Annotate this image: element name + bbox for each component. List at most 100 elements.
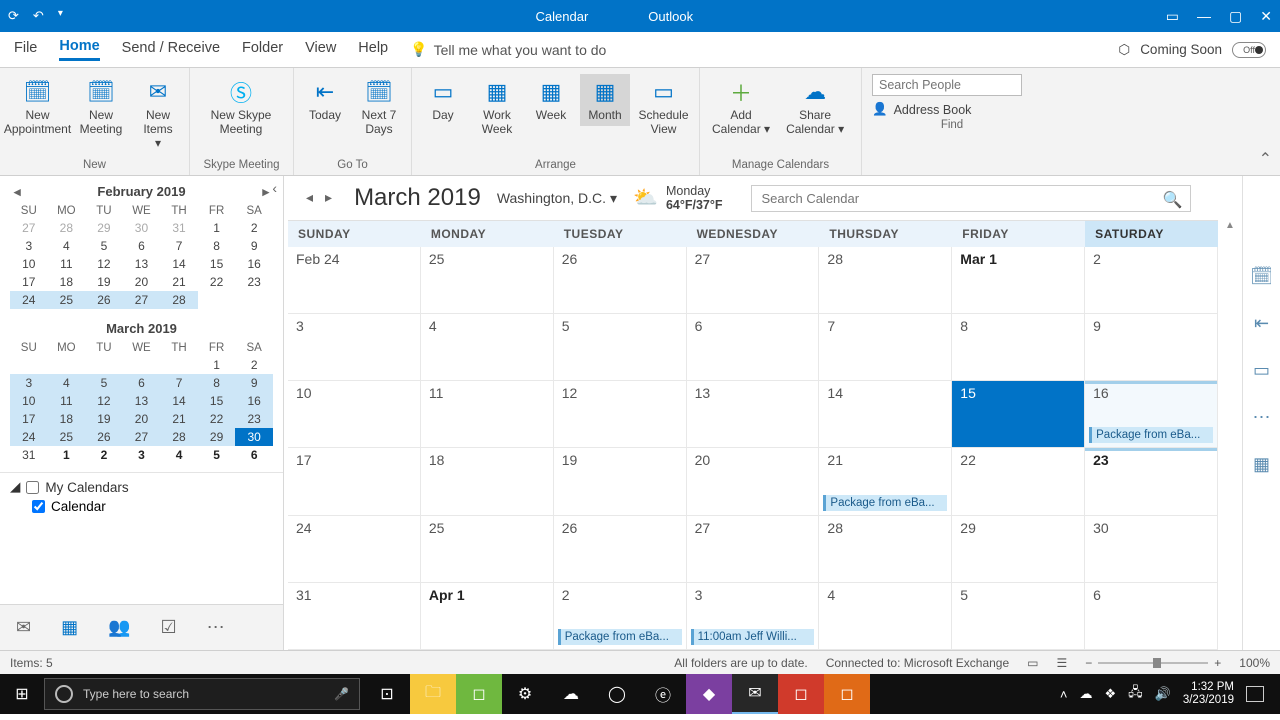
view-schedule-button[interactable]: ▭Schedule View [634, 74, 693, 140]
add-calendar-button[interactable]: ＋Add Calendar ▾ [706, 74, 776, 140]
rail-schedule-icon[interactable]: ⋯ [1253, 407, 1271, 428]
new-items-button[interactable]: ✉New Items ▾ [133, 74, 183, 154]
mini-cal-day[interactable]: 9 [235, 374, 273, 392]
calendar-cell[interactable]: 19 [554, 448, 687, 515]
mini-cal-day[interactable]: 27 [123, 291, 161, 309]
calendar-event[interactable]: Package from eBa... [558, 629, 682, 645]
calendar-nav-icon[interactable]: ▦ [61, 617, 78, 638]
rail-month-icon[interactable]: ▦ [1253, 454, 1270, 475]
chrome-icon[interactable]: ◯ [594, 674, 640, 714]
calendar-checkbox[interactable] [32, 500, 45, 513]
view-normal-icon[interactable]: ▭ [1027, 656, 1038, 670]
calendar-event[interactable]: Package from eBa... [823, 495, 947, 511]
edge-icon[interactable]: ⓔ [640, 674, 686, 714]
next-period-icon[interactable]: ▸ [319, 189, 338, 205]
mini-cal-day[interactable]: 16 [235, 392, 273, 410]
mini-cal-day[interactable]: 30 [123, 219, 161, 237]
search-people-input[interactable] [872, 74, 1022, 96]
mini-cal-day[interactable]: 16 [235, 255, 273, 273]
more-icon[interactable]: ⋯ [207, 617, 225, 638]
app-icon-3[interactable]: ◻ [824, 674, 870, 714]
calendar-cell[interactable]: 28 [819, 516, 952, 583]
mini-cal-day[interactable]: 18 [48, 410, 86, 428]
next7-button[interactable]: 🗓Next 7 Days [354, 74, 404, 140]
taskbar-search[interactable]: Type here to search 🎤 [44, 678, 360, 710]
collapse-ribbon-icon[interactable]: ⌃ [1259, 149, 1272, 169]
next-month-icon[interactable]: ▸ [262, 184, 269, 200]
calendar-cell[interactable]: 12 [554, 381, 687, 448]
calendar-cell[interactable]: 21Package from eBa... [819, 448, 952, 515]
mini-cal-day[interactable]: 29 [85, 219, 123, 237]
mini-cal-day[interactable]: 22 [198, 273, 236, 291]
mini-cal-day[interactable] [160, 356, 198, 374]
zoom-out-icon[interactable]: − [1085, 656, 1092, 670]
view-workweek-button[interactable]: ▦Work Week [472, 74, 522, 140]
mini-cal-day[interactable]: 1 [198, 356, 236, 374]
mini-cal-day[interactable]: 31 [10, 446, 48, 464]
calendar-cell[interactable]: 17 [288, 448, 421, 515]
mini-cal-day[interactable]: 5 [85, 237, 123, 255]
mini-cal-day[interactable]: 6 [123, 237, 161, 255]
tab-folder[interactable]: Folder [242, 40, 283, 60]
mini-cal-day[interactable]: 13 [123, 255, 161, 273]
calendar-cell[interactable]: 28 [819, 247, 952, 314]
calendar-cell[interactable]: 24 [288, 516, 421, 583]
mini-cal-day[interactable]: 15 [198, 255, 236, 273]
mini-cal-day[interactable]: 4 [48, 237, 86, 255]
mini-cal-day[interactable]: 11 [48, 392, 86, 410]
rail-today-icon[interactable]: ⇤ [1254, 313, 1269, 334]
mini-cal-day[interactable]: 10 [10, 392, 48, 410]
calendar-cell[interactable]: 25 [421, 247, 554, 314]
vs-icon[interactable]: ◆ [686, 674, 732, 714]
calendar-event[interactable]: Package from eBa... [1089, 427, 1213, 443]
mini-cal-day[interactable]: 11 [48, 255, 86, 273]
mini-cal-day[interactable]: 25 [48, 291, 86, 309]
mini-cal-day[interactable] [48, 356, 86, 374]
file-explorer-icon[interactable]: 🗀 [410, 674, 456, 714]
refresh-icon[interactable]: ⟳ [8, 8, 19, 24]
mini-cal-day[interactable]: 23 [235, 273, 273, 291]
calendar-cell[interactable]: 27 [687, 516, 820, 583]
calendar-cell[interactable]: 27 [687, 247, 820, 314]
taskbar-clock[interactable]: 1:32 PM 3/23/2019 [1183, 681, 1234, 707]
calendar-cell[interactable]: 3 [288, 314, 421, 381]
mini-cal-day[interactable]: 26 [85, 291, 123, 309]
tab-view[interactable]: View [305, 40, 336, 60]
maximize-icon[interactable]: ▢ [1229, 8, 1242, 25]
rail-week-icon[interactable]: ▭ [1253, 360, 1270, 381]
mini-cal-day[interactable]: 2 [85, 446, 123, 464]
mini-cal-day[interactable]: 25 [48, 428, 86, 446]
rail-day-icon[interactable]: 🗓 [1250, 266, 1273, 287]
tab-help[interactable]: Help [358, 40, 388, 60]
mini-cal-day[interactable]: 18 [48, 273, 86, 291]
calendar-cell[interactable]: Apr 1 [421, 583, 554, 650]
view-month-button[interactable]: ▦Month [580, 74, 630, 126]
scroll-up-icon[interactable]: ▲ [1222, 220, 1238, 236]
mini-cal-day[interactable]: 26 [85, 428, 123, 446]
mini-cal-day[interactable]: 3 [10, 374, 48, 392]
collapse-sidebar-icon[interactable]: ‹ [272, 180, 277, 196]
location-dropdown[interactable]: Washington, D.C.▾ [497, 190, 617, 207]
mini-cal-day[interactable]: 2 [235, 219, 273, 237]
mini-cal-day[interactable]: 6 [123, 374, 161, 392]
mini-cal-day[interactable]: 9 [235, 237, 273, 255]
calendar-cell[interactable]: 13 [687, 381, 820, 448]
mini-cal-day[interactable]: 20 [123, 273, 161, 291]
calendar-cell[interactable]: 7 [819, 314, 952, 381]
tray-dropbox-icon[interactable]: ❖ [1104, 686, 1116, 702]
mini-cal-day[interactable]: 1 [48, 446, 86, 464]
tell-me-search[interactable]: 💡 Tell me what you want to do [410, 41, 606, 58]
calendar-cell[interactable]: 5 [554, 314, 687, 381]
calendar-cell[interactable]: 22 [952, 448, 1085, 515]
mini-cal-day[interactable]: 12 [85, 392, 123, 410]
calendar-cell[interactable]: 2Package from eBa... [554, 583, 687, 650]
prev-period-icon[interactable]: ◂ [300, 189, 319, 205]
mini-cal-day[interactable]: 14 [160, 255, 198, 273]
view-list-icon[interactable]: ☰ [1057, 656, 1068, 670]
mini-cal-day[interactable] [198, 291, 236, 309]
mini-cal-day[interactable]: 14 [160, 392, 198, 410]
new-appointment-button[interactable]: 🗓New Appointment [6, 74, 69, 140]
share-calendar-button[interactable]: ☁Share Calendar ▾ [780, 74, 850, 140]
tray-cloud-icon[interactable]: ☁ [1079, 686, 1092, 702]
tab-home[interactable]: Home [59, 38, 99, 61]
